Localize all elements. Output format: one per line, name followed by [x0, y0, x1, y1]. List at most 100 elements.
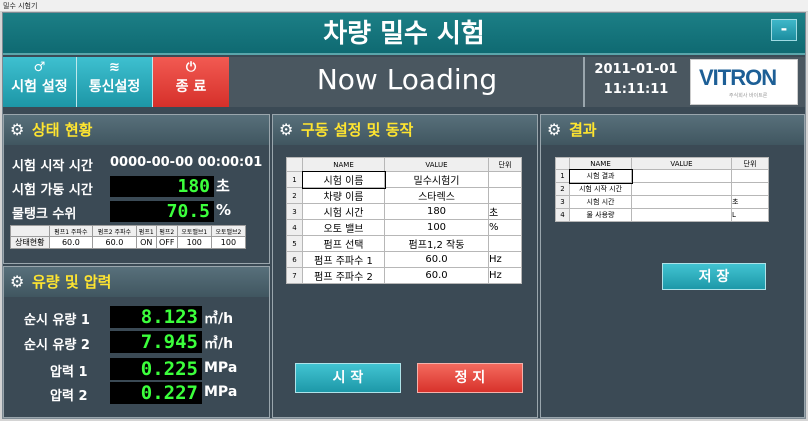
mini-cell: 100: [210, 236, 247, 249]
minimize-button[interactable]: -: [771, 19, 797, 41]
stop-button[interactable]: 정 지: [417, 363, 523, 393]
grid-name-cell[interactable]: 펌프 주파수 2: [302, 267, 385, 284]
row-number: 1: [286, 171, 303, 188]
mini-header-cell: 오토밸브1: [176, 225, 212, 237]
mini-table-header: 펌프1 주파수 펌프2 주파수 펌프1 펌프2 오토밸브1 오토밸브2: [10, 225, 247, 237]
grid-name-cell[interactable]: 펌프 주파수 1: [302, 251, 385, 268]
row-number: 6: [286, 251, 303, 268]
grid-unit-cell: [731, 169, 769, 183]
table-row[interactable]: 5 펌프 선택 펌프1,2 작동: [286, 235, 522, 252]
mini-cell: ON: [135, 236, 157, 249]
grid-unit-cell: [488, 187, 522, 204]
grid-value-cell[interactable]: 펌프1,2 작동: [384, 235, 489, 252]
result-panel-title: 결과: [541, 115, 804, 145]
grid-name-cell[interactable]: 시험 이름: [301, 170, 386, 189]
settings-icon: ♂: [33, 60, 46, 75]
mini-cell: OFF: [155, 236, 178, 249]
pressure1-display: 0.225: [110, 358, 202, 380]
gear-icon: ⚙: [547, 120, 562, 139]
table-row[interactable]: 3 시험 시간 180 초: [286, 203, 522, 220]
grid-name-cell[interactable]: 시험 시간: [569, 195, 632, 209]
mini-header-cell: [10, 225, 50, 237]
run-time-unit: 초: [216, 177, 230, 195]
grid-name-cell[interactable]: 펌프 선택: [302, 235, 385, 252]
grid-name-cell[interactable]: 시험 시간: [302, 203, 385, 220]
logo-subtext: 주식회사 바이트론: [729, 93, 768, 99]
table-row[interactable]: 2 차량 이름 스타렉스: [286, 187, 522, 204]
time-text: 11:11:11: [603, 82, 669, 97]
start-time-label: 시험 시작 시간: [12, 159, 93, 174]
grid-value-cell[interactable]: 60.0: [384, 267, 489, 284]
flow1-display: 8.123: [110, 306, 202, 328]
grid-unit-cell: [488, 235, 522, 252]
grid-value-cell[interactable]: 스타렉스: [384, 187, 489, 204]
grid-name-cell[interactable]: 차량 이름: [302, 187, 385, 204]
window-title: 밀수 시험기: [0, 0, 808, 12]
mini-cell: 60.0: [92, 236, 137, 249]
save-button[interactable]: 저 장: [662, 263, 766, 290]
table-row[interactable]: 2 시험 시작 시간: [555, 182, 769, 196]
grid-unit-cell: [731, 182, 769, 196]
pressure1-unit: MPa: [204, 360, 238, 376]
pressure2-label: 압력 2: [50, 389, 88, 404]
tank-level-display: 70.5: [110, 201, 214, 222]
row-number: 1: [555, 169, 570, 183]
start-button[interactable]: 시 작: [295, 363, 401, 393]
loading-status: Now Loading: [316, 63, 498, 96]
mini-table-row: 상태현황 60.0 60.0 ON OFF 100 100: [10, 236, 247, 249]
table-row[interactable]: 6 펌프 주파수 1 60.0 Hz: [286, 251, 522, 268]
grid-header-cell: NAME: [302, 157, 385, 172]
grid-unit-cell: 초: [731, 195, 769, 209]
table-row[interactable]: 4 오토 밸브 100%: [286, 219, 522, 236]
grid-name-cell[interactable]: 시험 시작 시간: [569, 182, 632, 196]
flow1-unit: ㎥/h: [204, 311, 234, 327]
grid-value-cell[interactable]: [631, 182, 732, 196]
logo-text: VITRON: [699, 65, 777, 90]
row-number: 7: [286, 267, 303, 284]
row-number: 5: [286, 235, 303, 252]
gear-icon: ⚙: [279, 120, 294, 139]
app-window: 밀수 시험기 차량 밀수 시험 - ♂ 시험 설정 ≋ 통신설정 ⏻ 종 료 N…: [0, 0, 808, 421]
grid-value-cell[interactable]: 100: [384, 219, 489, 236]
mini-header-cell: 펌프2 주파수: [92, 225, 137, 237]
flow1-label: 순시 유량 1: [24, 313, 90, 328]
company-logo: VITRON 주식회사 바이트론: [690, 59, 798, 105]
mini-header-cell: 펌프2: [155, 225, 178, 237]
grid-header-cell: [555, 157, 570, 170]
grid-value-cell[interactable]: [631, 208, 732, 222]
drive-panel-title: 구동 설정 및 동작: [273, 115, 537, 145]
table-row[interactable]: 3 시험 시간 초: [555, 195, 769, 209]
run-time-label: 시험 가동 시간: [12, 183, 93, 198]
grid-name-cell[interactable]: 시험 결과: [568, 168, 633, 184]
grid-value-cell[interactable]: 밀수시험기: [384, 171, 489, 188]
table-row[interactable]: 1 시험 이름 밀수시험기: [286, 170, 522, 189]
flow-pressure-panel: 유량 및 압력 ⚙ 순시 유량 1 8.123 ㎥/h 순시 유량 2 7.94…: [3, 266, 270, 418]
row-number: 2: [555, 182, 570, 196]
grid-value-cell[interactable]: [631, 195, 732, 209]
tank-unit: %: [216, 201, 232, 219]
table-row[interactable]: 7 펌프 주파수 2 60.0 Hz: [286, 267, 522, 284]
grid-value-cell[interactable]: 180: [384, 203, 489, 220]
drive-settings-grid: NAME VALUE 단위 1 시험 이름 밀수시험기 2 차량 이름 스타렉스 3 시험…: [286, 157, 522, 284]
test-settings-button[interactable]: ♂ 시험 설정: [3, 57, 77, 107]
grid-value-cell[interactable]: [631, 169, 732, 183]
grid-value-cell[interactable]: 60.0: [384, 251, 489, 268]
table-row[interactable]: 1 시험 결과: [555, 168, 769, 184]
grid-header-cell: NAME: [569, 157, 632, 170]
grid-unit-cell: [488, 171, 522, 188]
grid-header-cell: VALUE: [631, 157, 732, 170]
grid-name-cell[interactable]: 물 사용량: [569, 208, 632, 222]
exit-button[interactable]: ⏻ 종 료: [153, 57, 229, 107]
row-number: 3: [286, 203, 303, 220]
table-row[interactable]: 4물 사용량 L: [555, 208, 769, 222]
gear-icon: ⚙: [10, 120, 25, 139]
tank-label: 물탱크 수위: [12, 207, 77, 222]
grid-name-cell[interactable]: 오토 밸브: [302, 219, 385, 236]
status-panel: 상태 현황 ⚙ 시험 시작 시간 0000-00-00 00:00:01 시험 …: [3, 114, 270, 264]
run-time-display: 180: [110, 176, 214, 197]
wifi-icon: ≋: [109, 60, 120, 75]
start-time-value: 0000-00-00 00:00:01: [110, 155, 263, 170]
row-number: 2: [286, 187, 303, 204]
datetime-display: 2011-01-01 11:11:11: [586, 60, 686, 104]
comm-settings-button[interactable]: ≋ 통신설정: [77, 57, 153, 107]
